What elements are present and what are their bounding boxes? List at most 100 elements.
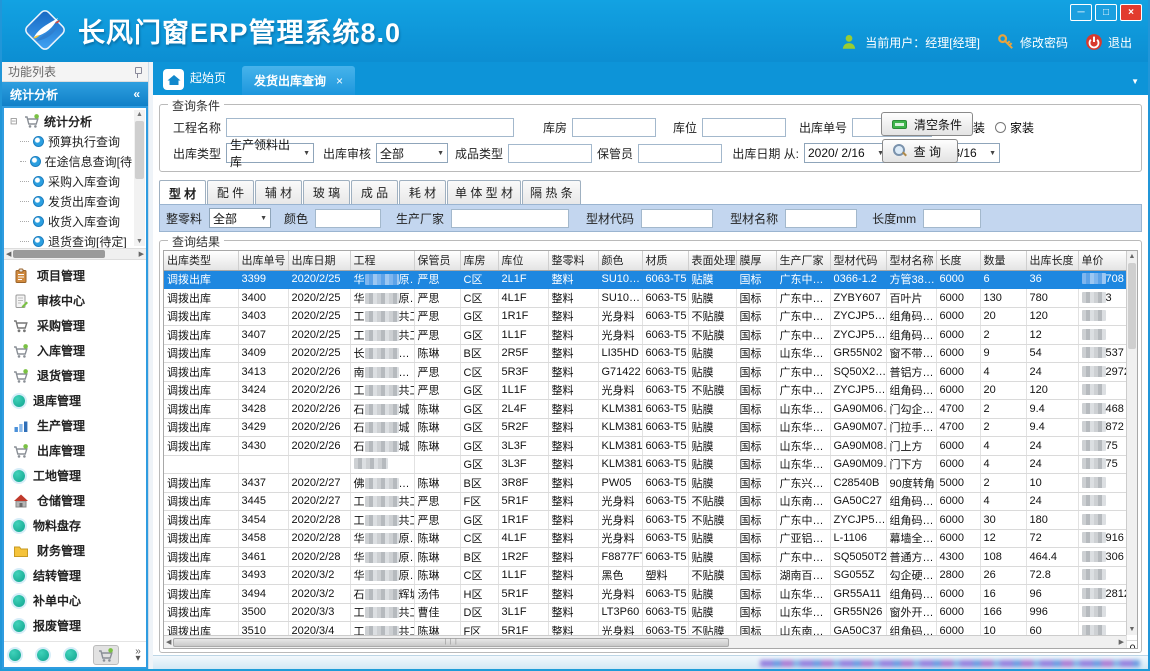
menu-item[interactable]: 退货管理: [4, 363, 146, 388]
profile-code-input[interactable]: [641, 209, 713, 228]
close-button[interactable]: ×: [1120, 4, 1142, 21]
warehouse-input[interactable]: [572, 118, 656, 137]
date-from-picker[interactable]: 2020/ 2/16▼: [804, 143, 888, 163]
menu-item[interactable]: 项目管理: [4, 263, 146, 288]
column-header[interactable]: 整零料: [548, 251, 598, 270]
keeper-input[interactable]: [638, 144, 722, 163]
scroll-down-icon[interactable]: ▼: [134, 238, 145, 245]
table-row[interactable]: 调拨出库34612020/2/28华原…陈琳B区1R2F整料F8877FT606…: [164, 548, 1138, 567]
scroll-thumb[interactable]: | | |: [173, 638, 729, 647]
circle-icon[interactable]: [65, 649, 77, 661]
menu-item[interactable]: 生产管理: [4, 413, 146, 438]
material-tab[interactable]: 隔 热 条: [522, 180, 581, 204]
logout-button[interactable]: 退出: [1085, 33, 1132, 51]
table-row[interactable]: 调拨出库34942020/3/2石辉城汤伟H区5R1F整料光身料6063-T5贴…: [164, 585, 1138, 604]
close-icon[interactable]: ×: [336, 74, 343, 88]
scroll-left-icon[interactable]: ◀: [166, 638, 171, 646]
column-header[interactable]: 型材代码: [830, 251, 886, 270]
length-input[interactable]: [923, 209, 981, 228]
column-header[interactable]: 出库日期: [288, 251, 350, 270]
scroll-down-icon[interactable]: ▼: [1127, 626, 1137, 633]
collapse-icon[interactable]: «: [133, 87, 140, 101]
scroll-thumb[interactable]: [135, 121, 144, 179]
column-header[interactable]: 颜色: [598, 251, 642, 270]
menu-item[interactable]: 工地管理: [4, 463, 146, 488]
tree-expand-icon[interactable]: ⊟: [10, 116, 20, 127]
table-row[interactable]: 调拨出库34132020/2/26南…严思C区5R3F整料G714226063-…: [164, 363, 1138, 382]
whole-part-select[interactable]: 全部▼: [209, 208, 271, 228]
column-header[interactable]: 型材名称: [886, 251, 936, 270]
maximize-button[interactable]: □: [1095, 4, 1117, 21]
table-row[interactable]: 调拨出库33992020/2/25华原…严思C区2L1F整料SU10…6063-…: [164, 270, 1138, 289]
menu-item[interactable]: 出库管理: [4, 438, 146, 463]
table-row[interactable]: 调拨出库34292020/2/26石城陈琳G区5R2F整料KLM38176063…: [164, 418, 1138, 437]
scroll-right-icon[interactable]: ▶: [1119, 638, 1124, 646]
menu-item[interactable]: 仓储管理: [4, 488, 146, 513]
product-type-input[interactable]: [508, 144, 592, 163]
table-row[interactable]: G区3L3F整料KLM38176063-T5贴膜国标山东华…GA90M09…门下…: [164, 455, 1138, 474]
column-header[interactable]: 数量: [980, 251, 1026, 270]
menu-item[interactable]: 补单中心: [4, 588, 146, 613]
menu-item[interactable]: 采购管理: [4, 313, 146, 338]
column-header[interactable]: 库位: [498, 251, 548, 270]
scroll-up-icon[interactable]: ▲: [1127, 253, 1137, 260]
table-row[interactable]: 调拨出库34242020/2/26工共工程严思G区1L1F整料光身料6063-T…: [164, 381, 1138, 400]
menu-item[interactable]: 结转管理: [4, 563, 146, 588]
more-chevron-icon[interactable]: »▾: [135, 648, 141, 662]
stats-section-header[interactable]: 统计分析 «: [2, 82, 148, 106]
tree-vertical-scrollbar[interactable]: ▲ ▼: [134, 110, 145, 246]
column-header[interactable]: 生产厂家: [776, 251, 830, 270]
minimize-button[interactable]: ─: [1070, 4, 1092, 21]
pin-icon[interactable]: [132, 66, 142, 78]
outbound-type-select[interactable]: 生产领料出库▼: [226, 143, 314, 163]
tree-item[interactable]: 在途信息查询[待: [10, 151, 132, 171]
scroll-right-icon[interactable]: ▶: [139, 250, 144, 258]
table-row[interactable]: 调拨出库34582020/2/28华原…陈琳C区4L1F整料光身料6063-T5…: [164, 529, 1138, 548]
table-row[interactable]: 调拨出库35002020/3/3工共工程曹佳D区3L1F整料LT3P606063…: [164, 603, 1138, 622]
table-row[interactable]: 调拨出库34452020/2/27工共工程严思F区5R1F整料光身料6063-T…: [164, 492, 1138, 511]
tree-root[interactable]: ⊟ 统计分析: [10, 111, 132, 131]
tree-item[interactable]: 采购入库查询: [10, 171, 132, 191]
table-horizontal-scrollbar[interactable]: ◀ | | | ▶: [164, 635, 1126, 648]
tree-item[interactable]: 发货出库查询: [10, 191, 132, 211]
circle-icon[interactable]: [9, 649, 21, 661]
radio-home-label[interactable]: 家装: [1010, 119, 1034, 136]
table-row[interactable]: 调拨出库34542020/2/28工共工程严思G区1R1F整料光身料6063-T…: [164, 511, 1138, 530]
column-header[interactable]: 出库长度: [1026, 251, 1078, 270]
menu-item[interactable]: 财务管理: [4, 538, 146, 563]
menu-item[interactable]: 审核中心: [4, 288, 146, 313]
tree-item[interactable]: 退货查询[待定]: [10, 231, 132, 248]
project-name-input[interactable]: [226, 118, 514, 137]
footer-cart-button[interactable]: [93, 645, 119, 665]
table-row[interactable]: 调拨出库34302020/2/26石城陈琳G区3L3F整料KLM38176063…: [164, 437, 1138, 456]
column-header[interactable]: 库房: [460, 251, 498, 270]
menu-item[interactable]: 入库管理: [4, 338, 146, 363]
search-button[interactable]: 查 询: [882, 139, 958, 163]
column-header[interactable]: 出库类型: [164, 251, 238, 270]
column-header[interactable]: 保管员: [414, 251, 460, 270]
home-tab-button[interactable]: [163, 69, 184, 90]
material-tab[interactable]: 耗 材: [399, 180, 446, 204]
profile-name-input[interactable]: [785, 209, 857, 228]
tab-outbound-query[interactable]: 发货出库查询 ×: [242, 66, 355, 95]
radio-home-install[interactable]: [995, 122, 1006, 133]
color-input[interactable]: [315, 209, 381, 228]
location-input[interactable]: [702, 118, 786, 137]
table-row[interactable]: 调拨出库34282020/2/26石城陈琳G区2L4F整料KLM38176063…: [164, 400, 1138, 419]
column-header[interactable]: 单价: [1078, 251, 1126, 270]
column-header[interactable]: 工程: [350, 251, 414, 270]
material-tab[interactable]: 玻 璃: [303, 180, 350, 204]
material-tab[interactable]: 型 材: [159, 180, 206, 204]
tab-home-label[interactable]: 起始页: [190, 69, 226, 86]
scroll-left-icon[interactable]: ◀: [6, 250, 11, 258]
table-row[interactable]: 调拨出库34092020/2/25长…陈琳B区2R5F整料LI35HD6063-…: [164, 344, 1138, 363]
table-row[interactable]: 调拨出库34932020/3/2华原…陈琳C区1L1F整料黑色塑料不贴膜国标湖南…: [164, 566, 1138, 585]
circle-icon[interactable]: [37, 649, 49, 661]
table-row[interactable]: 调拨出库34002020/2/25华原…严思C区4L1F整料SU10…6063-…: [164, 289, 1138, 308]
menu-item[interactable]: 退库管理: [4, 388, 146, 413]
material-tab[interactable]: 成 品: [351, 180, 398, 204]
change-password-button[interactable]: 修改密码: [997, 33, 1068, 51]
scroll-thumb[interactable]: [1128, 263, 1136, 349]
column-header[interactable]: 出库单号: [238, 251, 288, 270]
table-row[interactable]: 调拨出库34372020/2/27佛…陈琳B区3R8F整料PW056063-T5…: [164, 474, 1138, 493]
